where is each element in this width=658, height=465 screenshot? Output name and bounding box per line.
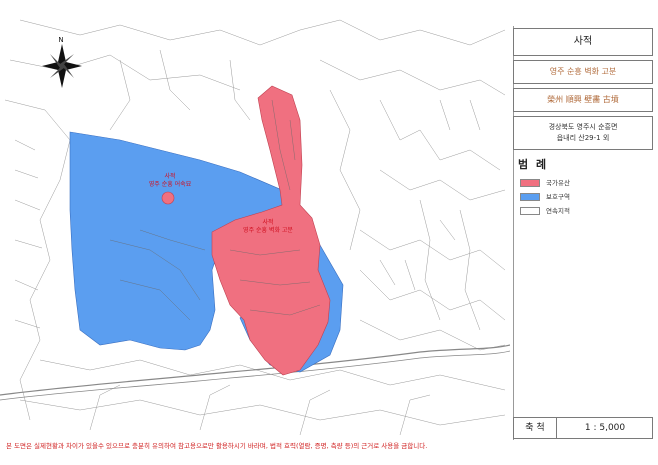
north-label: N — [58, 36, 63, 44]
scale-label: 축 척 — [514, 418, 557, 438]
address-line1: 경상북도 영주시 순흥면 — [548, 123, 618, 131]
scale-value: 1 : 5,000 — [584, 423, 626, 433]
site-address: 경상북도 영주시 순흥면 읍내리 산29-1 외 — [513, 116, 653, 150]
site2-label-title: 사적 — [262, 218, 273, 226]
heritage-type: 사적 — [513, 28, 653, 56]
legend-swatch-parcel — [520, 207, 540, 215]
site-name-hanja: 榮州 順興 壁畵 古墳 — [513, 88, 653, 112]
site2-label-name: 영주 순흥 벽화 고분 — [243, 226, 293, 234]
site1-marker[interactable] — [161, 191, 175, 205]
legend-item-protection: 보호구역 — [520, 192, 570, 202]
scale-box: 축 척 1 : 5,000 — [513, 417, 653, 439]
site1-label-title: 사적 — [164, 172, 175, 180]
site-name-korean: 영주 순흥 벽화 고분 — [513, 60, 653, 84]
legend-item-parcel: 연속지적 — [520, 206, 570, 216]
legend-item-heritage: 국가유산 — [520, 178, 570, 188]
disclaimer: 본 도면은 실제현황과 차이가 있을수 있으므로 충분히 유의하여 참고용으로만… — [6, 442, 428, 450]
info-panel: 사적 영주 순흥 벽화 고분 榮州 順興 壁畵 古墳 경상북도 영주시 순흥면 … — [510, 0, 658, 440]
address-line2: 읍내리 산29-1 외 — [556, 134, 610, 142]
site1-label-name: 영주 순흥 어숙묘 — [149, 180, 192, 188]
cadastral-map[interactable]: 사적 영주 순흥 어숙묘 사적 영주 순흥 벽화 고분 N — [0, 0, 510, 440]
legend-swatch-heritage — [520, 179, 540, 187]
legend-swatch-protection — [520, 193, 540, 201]
legend-title: 범 례 — [518, 158, 549, 171]
